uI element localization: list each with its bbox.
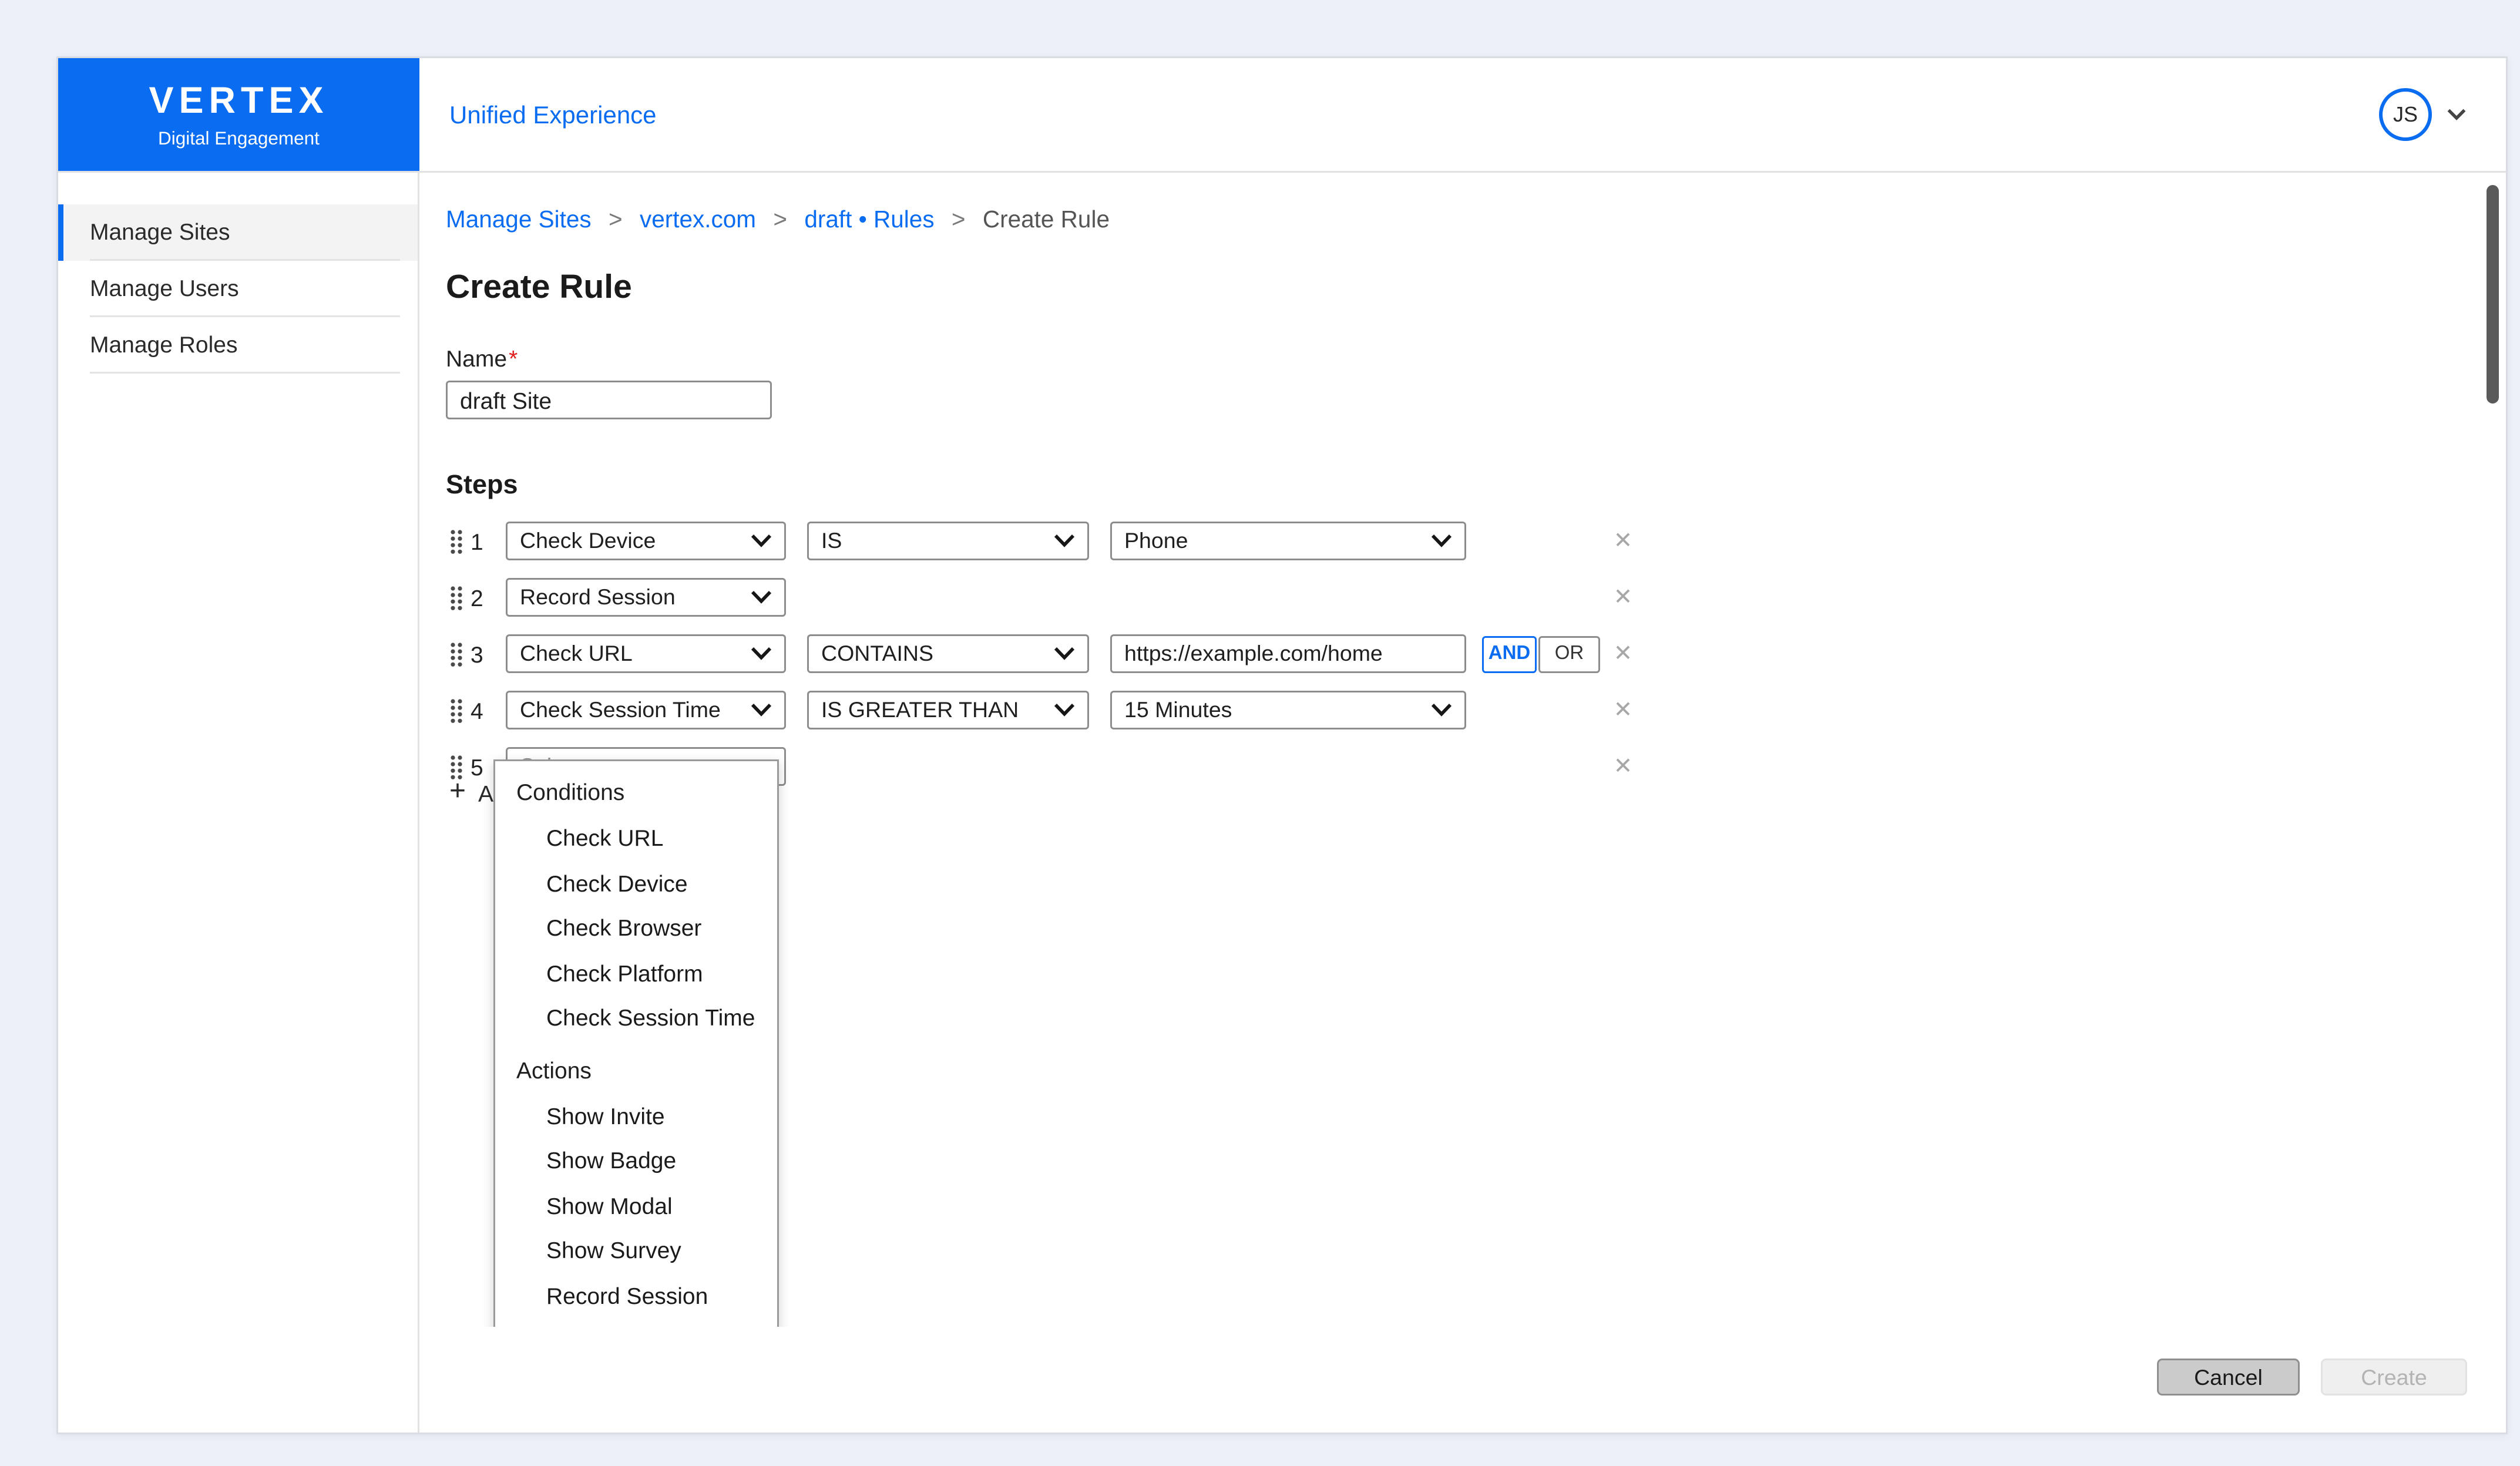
sidebar: Manage Sites Manage Users Manage Roles xyxy=(58,173,419,1433)
step-number: 2 xyxy=(471,584,483,611)
menu-group-actions: Actions xyxy=(516,1056,592,1083)
app-header: VERTEX Digital Engagement Unified Experi… xyxy=(58,58,2506,173)
page-title: Create Rule xyxy=(446,270,632,307)
menu-option[interactable]: Check URL xyxy=(495,816,777,861)
brand-logo: VERTEX Digital Engagement xyxy=(58,58,419,171)
drag-handle-icon[interactable] xyxy=(449,697,463,724)
step-row: 1 Check Device IS Phone ✕ xyxy=(419,522,2506,560)
menu-option[interactable]: Open URL xyxy=(495,1318,777,1327)
breadcrumb-rules[interactable]: draft • Rules xyxy=(804,206,934,233)
step-row: 2 Record Session ✕ xyxy=(419,578,2506,617)
step-type-select[interactable]: Check Device xyxy=(506,522,786,560)
menu-option[interactable]: Show Modal xyxy=(495,1183,777,1229)
step-row: 3 Check URL CONTAINS AND xyxy=(419,634,2506,673)
menu-option[interactable]: Check Browser xyxy=(495,906,777,951)
remove-step-button[interactable]: ✕ xyxy=(1609,583,1637,611)
chevron-down-icon xyxy=(751,647,772,661)
create-button[interactable]: Create xyxy=(2321,1359,2467,1396)
sidebar-item-manage-roles[interactable]: Manage Roles xyxy=(58,317,418,374)
step-row: 4 Check Session Time IS GREATER THAN 15 … xyxy=(419,691,2506,729)
user-menu[interactable]: JS xyxy=(2379,88,2467,141)
chevron-down-icon xyxy=(1431,534,1452,548)
chevron-down-icon xyxy=(1054,534,1075,548)
menu-option[interactable]: Record Session xyxy=(495,1273,777,1319)
drag-handle-icon[interactable] xyxy=(449,584,463,611)
remove-step-button[interactable]: ✕ xyxy=(1609,696,1637,724)
url-input[interactable] xyxy=(1110,634,1466,673)
footer-actions: Cancel Create xyxy=(2157,1359,2467,1396)
remove-step-button[interactable]: ✕ xyxy=(1609,640,1637,668)
breadcrumb-current: Create Rule xyxy=(982,206,1110,233)
name-input[interactable] xyxy=(446,381,772,419)
sidebar-item-manage-sites[interactable]: Manage Sites xyxy=(58,204,418,261)
product-link[interactable]: Unified Experience xyxy=(449,100,657,129)
plus-icon: + xyxy=(449,777,466,807)
breadcrumb-separator: > xyxy=(608,206,623,233)
breadcrumb: Manage Sites > vertex.com > draft • Rule… xyxy=(419,173,2506,233)
menu-option[interactable]: Show Survey xyxy=(495,1228,777,1273)
value-select[interactable]: Phone xyxy=(1110,522,1466,560)
scrollbar-thumb[interactable] xyxy=(2487,185,2499,404)
drag-handle-icon[interactable] xyxy=(449,641,463,667)
and-button[interactable]: AND xyxy=(1482,635,1537,673)
chevron-down-icon[interactable] xyxy=(2446,107,2467,122)
scroll-region: Manage Sites > vertex.com > draft • Rule… xyxy=(419,173,2506,1327)
logic-toggle: AND OR xyxy=(1482,635,1600,673)
step-number: 4 xyxy=(471,697,483,724)
chevron-down-icon xyxy=(751,534,772,548)
app-window: VERTEX Digital Engagement Unified Experi… xyxy=(56,56,2508,1434)
step-number: 1 xyxy=(471,527,483,554)
brand-name: VERTEX xyxy=(149,80,329,121)
cancel-button[interactable]: Cancel xyxy=(2157,1359,2300,1396)
operator-select[interactable]: CONTAINS xyxy=(807,634,1089,673)
sidebar-item-manage-users[interactable]: Manage Users xyxy=(58,261,418,317)
steps-heading: Steps xyxy=(446,470,518,500)
breadcrumb-site[interactable]: vertex.com xyxy=(640,206,756,233)
menu-option[interactable]: Check Device xyxy=(495,861,777,906)
breadcrumb-manage-sites[interactable]: Manage Sites xyxy=(446,206,592,233)
chevron-down-icon xyxy=(1054,647,1075,661)
menu-option[interactable]: Check Platform xyxy=(495,951,777,996)
step-type-select[interactable]: Check Session Time xyxy=(506,691,786,729)
operator-select[interactable]: IS xyxy=(807,522,1089,560)
main-content: Manage Sites > vertex.com > draft • Rule… xyxy=(419,173,2506,1433)
chevron-down-icon xyxy=(1054,703,1075,717)
step-type-select[interactable]: Record Session xyxy=(506,578,786,617)
required-marker: * xyxy=(509,345,518,372)
chevron-down-icon xyxy=(1431,703,1452,717)
breadcrumb-separator: > xyxy=(773,206,788,233)
step-number: 3 xyxy=(471,640,483,667)
app-body: Manage Sites Manage Users Manage Roles M… xyxy=(58,173,2506,1433)
value-select[interactable]: 15 Minutes xyxy=(1110,691,1466,729)
chevron-down-icon xyxy=(751,590,772,604)
page: VERTEX Digital Engagement Unified Experi… xyxy=(0,0,2520,1466)
menu-option[interactable]: Check Session Time xyxy=(495,996,777,1041)
name-label: Name * xyxy=(446,345,518,372)
menu-option[interactable]: Show Invite xyxy=(495,1094,777,1139)
step-type-select[interactable]: Check URL xyxy=(506,634,786,673)
operator-select[interactable]: IS GREATER THAN xyxy=(807,691,1089,729)
steps-list: 1 Check Device IS Phone ✕ 2 Record Sessi… xyxy=(419,522,2506,786)
drag-handle-icon[interactable] xyxy=(449,528,463,554)
avatar[interactable]: JS xyxy=(2379,88,2432,141)
menu-group-conditions: Conditions xyxy=(516,779,625,805)
or-button[interactable]: OR xyxy=(1538,635,1600,673)
remove-step-button[interactable]: ✕ xyxy=(1609,527,1637,555)
breadcrumb-separator: > xyxy=(951,206,966,233)
brand-tagline: Digital Engagement xyxy=(158,127,320,149)
remove-step-button[interactable]: ✕ xyxy=(1609,752,1637,781)
step-select-menu: Conditions Check URL Check Device Check … xyxy=(493,759,779,1327)
chevron-down-icon xyxy=(751,703,772,717)
menu-option[interactable]: Show Badge xyxy=(495,1138,777,1183)
